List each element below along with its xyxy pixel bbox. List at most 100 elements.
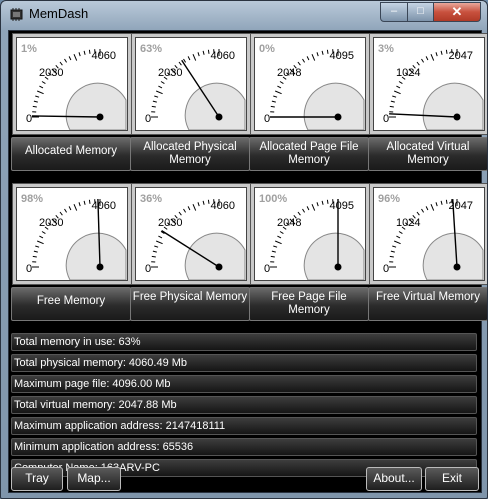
gauge-label: Allocated Physical Memory [130, 137, 250, 171]
gauge-hub [422, 82, 484, 130]
gauge-pivot [215, 113, 223, 121]
gauge-tick [154, 95, 159, 98]
gauge-tick [207, 199, 210, 204]
gauge-tick [390, 250, 395, 253]
gauge-tick [37, 90, 44, 95]
gauge-tick [178, 211, 182, 216]
gauge-max-label: 4060 [211, 200, 235, 212]
gauge-hub [303, 82, 365, 130]
gauge-min-label: 0 [383, 263, 389, 275]
gauge-pivot [96, 263, 104, 271]
gauge-hub [184, 82, 246, 130]
gauge-min-label: 0 [383, 113, 389, 125]
gauge-face: 3% 2047 1024 0 [369, 33, 487, 135]
gauge-tick [152, 100, 157, 103]
gauge-tick [178, 61, 182, 66]
gauge-allocated-memory: 1% 4060 2030 0 Allocated Memory [11, 33, 132, 175]
gauge-tick [64, 58, 68, 63]
gauge-tick [425, 56, 429, 61]
gauge-tick [396, 85, 401, 89]
gauge-tick [445, 49, 448, 54]
gauge-tick [154, 245, 159, 248]
gauge-tick [311, 54, 316, 61]
gauge-percent: 0% [259, 43, 275, 55]
gauge-mid-label: 2048 [277, 67, 301, 79]
gauge-tick [78, 52, 81, 57]
gauge-tick [392, 245, 397, 248]
gauge-tick [73, 204, 78, 211]
gauge-tick [160, 81, 165, 85]
gauge-hub [303, 232, 365, 280]
gauge-tick [316, 202, 319, 207]
gauge-tick [202, 200, 205, 205]
gauge-max-label: 4060 [92, 200, 116, 212]
info-maximum-page-file: Maximum page file: 4096.00 Mb [11, 375, 477, 393]
gauge-tick [197, 52, 200, 57]
gauge-tick [389, 255, 394, 258]
gauge-tick [326, 49, 329, 54]
gauge-tick [421, 58, 425, 63]
gauge-tick [68, 206, 72, 211]
title-bar[interactable]: MemDash – □ ✕ [1, 1, 487, 29]
gauge-tick [398, 231, 403, 235]
gauge-min-label: 0 [26, 113, 32, 125]
about-button[interactable]: About... [366, 467, 422, 491]
gauge-tick [270, 105, 275, 108]
gauge-tick [435, 52, 438, 57]
gauge-tick [306, 206, 310, 211]
gauge-tick [271, 100, 276, 103]
gauge-tick [302, 208, 306, 213]
app-window: MemDash – □ ✕ 1% 4060 2030 0 Allocated Memor… [0, 0, 488, 499]
gauge-pivot [453, 263, 461, 271]
gauge-tick [158, 85, 163, 89]
gauge-mid-label: 2030 [39, 67, 63, 79]
exit-button[interactable]: Exit [425, 467, 479, 491]
gauge-label: Allocated Page File Memory [249, 137, 369, 171]
gauge-mid-label: 1024 [396, 67, 420, 79]
gauge-tick [394, 90, 401, 95]
info-min-application-address: Minimum application address: 65536 [11, 438, 477, 456]
map-button[interactable]: Map... [67, 467, 121, 491]
gauge-pivot [215, 263, 223, 271]
gauge-tick [430, 54, 435, 61]
maximize-button[interactable]: □ [407, 2, 434, 22]
gauge-dial: 63% 4060 2030 0 [135, 37, 247, 131]
gauge-tick [37, 240, 44, 245]
gauge-tick [192, 54, 197, 61]
gauge-tick [271, 250, 276, 253]
gauge-percent: 3% [378, 43, 394, 55]
gauge-allocated-virtual-memory: 3% 2047 1024 0 Allocated Virtual Memory [368, 33, 487, 175]
gauge-percent: 1% [21, 43, 37, 55]
gauge-tick [277, 85, 282, 89]
gauge-tick [41, 231, 46, 235]
gauge-free-memory: 98% 4060 2030 0 Free Memory [11, 183, 132, 325]
gauge-tick [183, 208, 187, 213]
tray-button[interactable]: Tray [11, 467, 63, 491]
info-panel: Total memory in use: 63% Total physical … [11, 333, 477, 480]
gauge-min-label: 0 [145, 263, 151, 275]
gauge-tick [33, 250, 38, 253]
minimize-button[interactable]: – [380, 2, 408, 22]
gauge-tick [273, 95, 278, 98]
gauge-tick [32, 105, 37, 108]
gauge-face: 63% 4060 2030 0 [131, 33, 251, 135]
gauge-min-label: 0 [264, 113, 270, 125]
gauge-tick [152, 250, 157, 253]
gauge-tick [59, 211, 63, 216]
gauge-mid-label: 2030 [39, 217, 63, 229]
gauge-tick [83, 200, 86, 205]
gauge-tick [275, 90, 282, 95]
gauge-allocated-physical-memory: 63% 4060 2030 0 Allocated Physical Memory [130, 33, 251, 175]
gauge-tick [297, 211, 301, 216]
close-button[interactable]: ✕ [433, 2, 481, 22]
info-total-memory-in-use: Total memory in use: 63% [11, 333, 477, 351]
gauge-tick [277, 235, 282, 239]
gauge-free-page-file-memory: 100% 4095 2048 0 Free Page File Memory [249, 183, 370, 325]
gauge-free-physical-memory: 36% 4060 2030 0 Free Physical Memory [130, 183, 251, 325]
gauge-max-label: 4095 [330, 200, 354, 212]
gauge-dial: 98% 4060 2030 0 [16, 187, 128, 281]
gauge-label: Free Memory [11, 287, 131, 321]
gauge-tick [192, 204, 197, 211]
window-title: MemDash [29, 6, 89, 21]
gauge-dial: 0% 4095 2048 0 [254, 37, 366, 131]
